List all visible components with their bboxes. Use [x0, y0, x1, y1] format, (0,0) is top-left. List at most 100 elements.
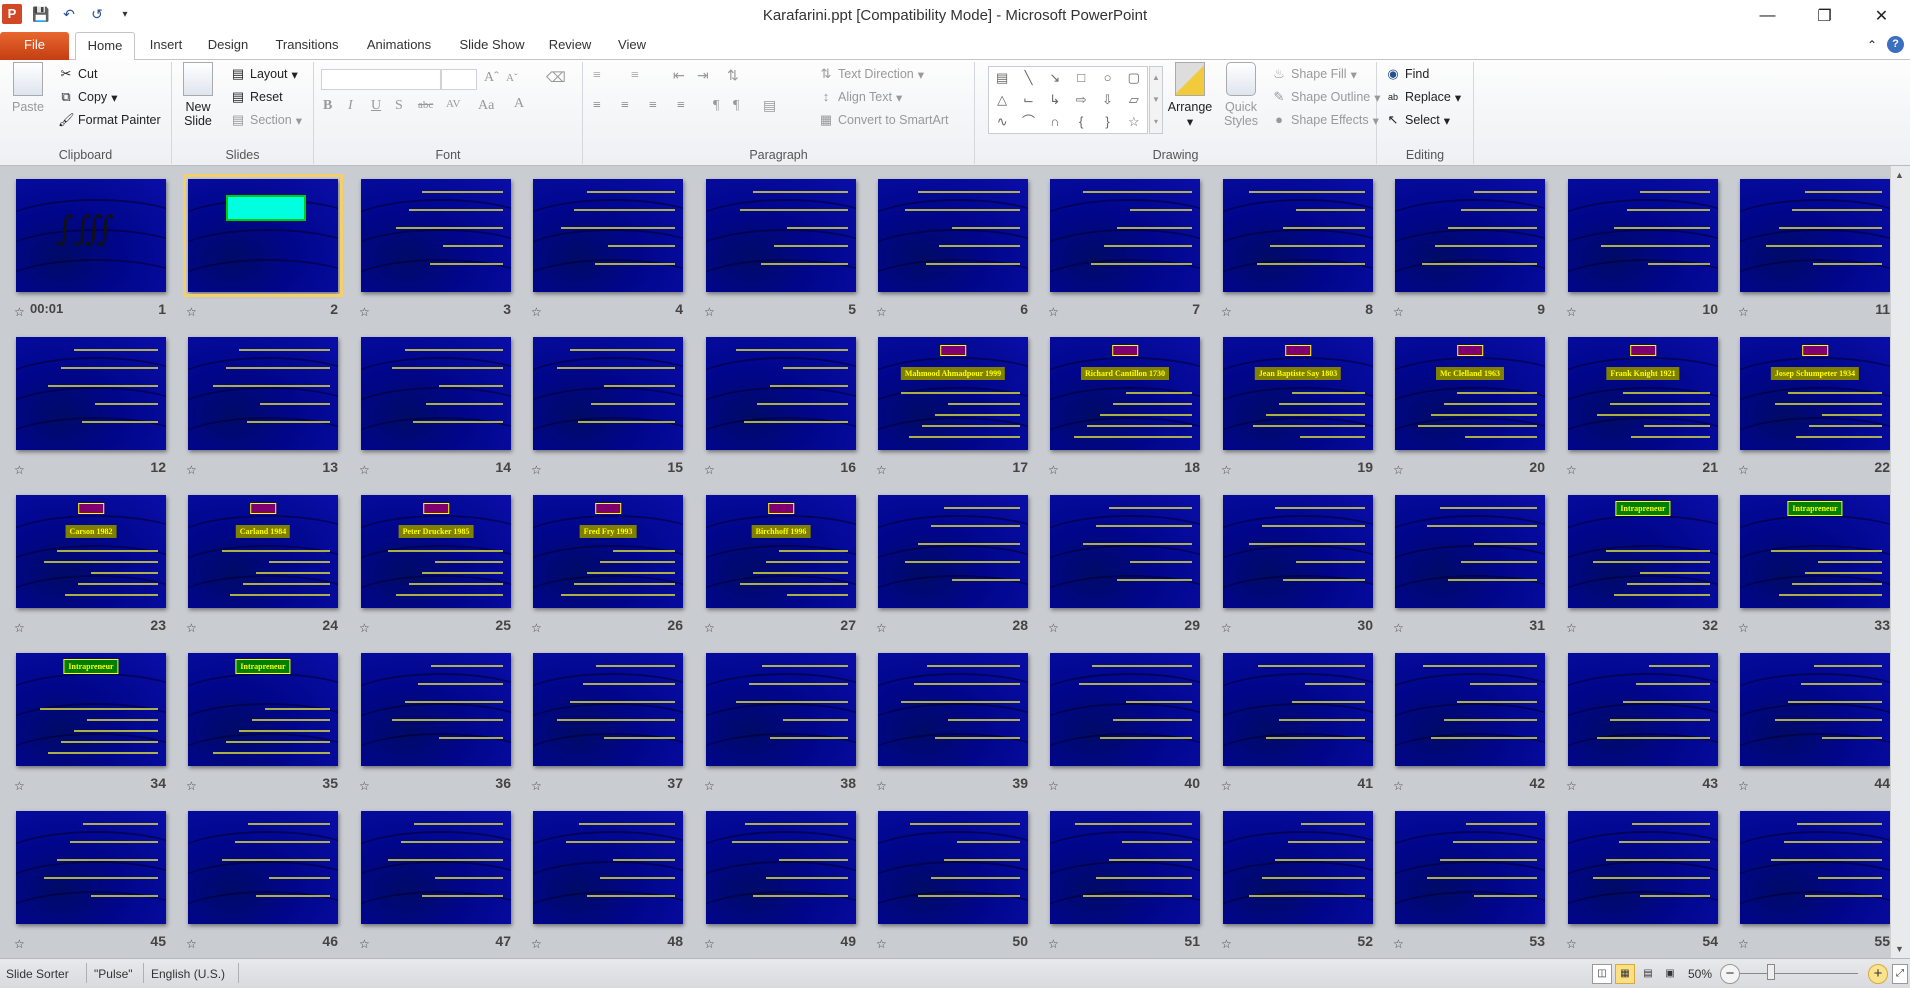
- paste-button[interactable]: Paste: [8, 62, 48, 114]
- transition-star-icon[interactable]: ☆: [531, 937, 542, 951]
- quick-styles-button[interactable]: Quick Styles: [1219, 62, 1263, 128]
- transition-star-icon[interactable]: ☆: [531, 463, 542, 477]
- transition-star-icon[interactable]: ☆: [1566, 779, 1577, 793]
- transition-star-icon[interactable]: ☆: [1566, 937, 1577, 951]
- new-slide-button[interactable]: New Slide: [176, 62, 220, 128]
- tab-view[interactable]: View: [610, 32, 654, 60]
- slide-sorter-view-button[interactable]: ▦: [1615, 964, 1635, 984]
- slide-show-button[interactable]: ▣: [1660, 964, 1680, 984]
- fit-to-window-button[interactable]: ⤢: [1892, 964, 1908, 984]
- tab-animations[interactable]: Animations: [358, 32, 440, 60]
- slide-thumbnail[interactable]: [1395, 653, 1545, 766]
- transition-star-icon[interactable]: ☆: [186, 937, 197, 951]
- slide-thumbnail[interactable]: Carland 1984: [188, 495, 338, 608]
- right-brace-icon[interactable]: }: [1094, 111, 1120, 133]
- transition-star-icon[interactable]: ☆: [1738, 305, 1749, 319]
- decrease-indent-icon[interactable]: ⇤: [673, 68, 685, 85]
- restore-button[interactable]: ❐: [1796, 0, 1853, 31]
- tab-file[interactable]: File: [0, 32, 69, 60]
- transition-star-icon[interactable]: ☆: [359, 621, 370, 635]
- transition-star-icon[interactable]: ☆: [1048, 463, 1059, 477]
- slide-thumbnail[interactable]: [361, 811, 511, 924]
- slide-thumbnail[interactable]: [533, 811, 683, 924]
- oval-shape-icon[interactable]: ○: [1094, 67, 1120, 89]
- curve-icon[interactable]: ∩: [1042, 111, 1068, 133]
- transition-star-icon[interactable]: ☆: [1048, 779, 1059, 793]
- slide-thumbnail[interactable]: [533, 179, 683, 292]
- change-case-icon[interactable]: Aa: [478, 98, 494, 114]
- slide-thumbnail[interactable]: [361, 653, 511, 766]
- transition-star-icon[interactable]: ☆: [1393, 621, 1404, 635]
- slide-thumbnail[interactable]: [878, 811, 1028, 924]
- rounded-rect-shape-icon[interactable]: ▢: [1121, 67, 1147, 89]
- transition-star-icon[interactable]: ☆: [704, 779, 715, 793]
- slide-thumbnail[interactable]: Josep Schumpeter 1934: [1740, 337, 1890, 450]
- transition-star-icon[interactable]: ☆: [359, 305, 370, 319]
- line-shape-icon[interactable]: ╲: [1015, 67, 1041, 89]
- slide-thumbnail[interactable]: [1050, 811, 1200, 924]
- slide-thumbnail[interactable]: Intrapreneur: [188, 653, 338, 766]
- transition-star-icon[interactable]: ☆: [359, 463, 370, 477]
- vertical-scrollbar[interactable]: ▲ ▼: [1890, 166, 1910, 958]
- elbow-arrow-icon[interactable]: ↳: [1042, 89, 1068, 111]
- copy-button[interactable]: Copy: [78, 90, 107, 104]
- text-direction-button[interactable]: Text Direction: [838, 67, 914, 81]
- slide-thumbnail[interactable]: Intrapreneur: [16, 653, 166, 766]
- slide-thumbnail[interactable]: [1395, 179, 1545, 292]
- zoom-out-button[interactable]: −: [1720, 964, 1740, 984]
- transition-star-icon[interactable]: ☆: [1566, 621, 1577, 635]
- slide-thumbnail[interactable]: [1740, 811, 1890, 924]
- close-button[interactable]: ✕: [1853, 0, 1910, 31]
- transition-star-icon[interactable]: ☆: [876, 621, 887, 635]
- slide-thumbnail[interactable]: [1050, 653, 1200, 766]
- slide-thumbnail[interactable]: [1223, 179, 1373, 292]
- transition-star-icon[interactable]: ☆: [1221, 621, 1232, 635]
- justify-icon[interactable]: ≡: [677, 98, 685, 114]
- freeform-icon[interactable]: ∿: [989, 111, 1015, 133]
- slide-thumbnail[interactable]: [878, 179, 1028, 292]
- transition-star-icon[interactable]: ☆: [14, 779, 25, 793]
- clear-formatting-icon[interactable]: ⌫: [546, 70, 566, 87]
- layout-button[interactable]: Layout: [250, 67, 288, 81]
- minimize-button[interactable]: —: [1739, 0, 1796, 31]
- transition-star-icon[interactable]: ☆: [704, 621, 715, 635]
- arrow-line-shape-icon[interactable]: ↘: [1042, 67, 1068, 89]
- transition-star-icon[interactable]: ☆: [1221, 305, 1232, 319]
- language-indicator[interactable]: English (U.S.): [151, 967, 225, 981]
- transition-star-icon[interactable]: ☆: [704, 937, 715, 951]
- slide-thumbnail[interactable]: [183, 174, 343, 297]
- shape-outline-button[interactable]: Shape Outline: [1291, 90, 1370, 104]
- grow-font-icon[interactable]: Aˆ: [484, 70, 499, 86]
- slide-thumbnail[interactable]: [188, 811, 338, 924]
- transition-star-icon[interactable]: ☆: [14, 937, 25, 951]
- slide-thumbnail[interactable]: Richard Cantillon 1730: [1050, 337, 1200, 450]
- strikethrough-icon[interactable]: abc: [418, 99, 433, 111]
- increase-indent-icon[interactable]: ⇥: [697, 68, 709, 85]
- shapes-gallery[interactable]: ▤ ╲ ↘ □ ○ ▢ △ ⌙ ↳ ⇨ ⇩ ▱ ∿ ⌒ ∩{} ☆: [988, 66, 1148, 134]
- arc-icon[interactable]: ⌒: [1015, 111, 1041, 133]
- transition-star-icon[interactable]: ☆: [1048, 621, 1059, 635]
- transition-star-icon[interactable]: ☆: [1048, 305, 1059, 319]
- slide-thumbnail[interactable]: Birchhoff 1996: [706, 495, 856, 608]
- shadow-icon[interactable]: S: [395, 98, 403, 114]
- slide-thumbnail[interactable]: Frank Knight 1921: [1568, 337, 1718, 450]
- down-arrow-shape-icon[interactable]: ⇩: [1094, 89, 1120, 111]
- zoom-in-button[interactable]: +: [1868, 964, 1888, 984]
- tab-slide-show[interactable]: Slide Show: [452, 32, 532, 60]
- transition-star-icon[interactable]: ☆: [1393, 779, 1404, 793]
- transition-star-icon[interactable]: ☆: [359, 937, 370, 951]
- transition-star-icon[interactable]: ☆: [531, 779, 542, 793]
- slide-thumbnail[interactable]: [361, 179, 511, 292]
- transition-star-icon[interactable]: ☆: [1738, 779, 1749, 793]
- star-shape-icon[interactable]: ☆: [1121, 111, 1147, 133]
- slide-thumbnail[interactable]: [1568, 653, 1718, 766]
- slide-thumbnail[interactable]: [1050, 179, 1200, 292]
- convert-smartart-button[interactable]: Convert to SmartArt: [838, 113, 948, 127]
- transition-star-icon[interactable]: ☆: [186, 305, 197, 319]
- slide-thumbnail[interactable]: [1568, 811, 1718, 924]
- slide-thumbnail[interactable]: [1223, 811, 1373, 924]
- slide-thumbnail[interactable]: [706, 337, 856, 450]
- arrange-button[interactable]: Arrange ▾: [1167, 62, 1213, 129]
- rtl-icon[interactable]: ¶: [733, 98, 739, 114]
- format-painter-button[interactable]: Format Painter: [78, 113, 161, 127]
